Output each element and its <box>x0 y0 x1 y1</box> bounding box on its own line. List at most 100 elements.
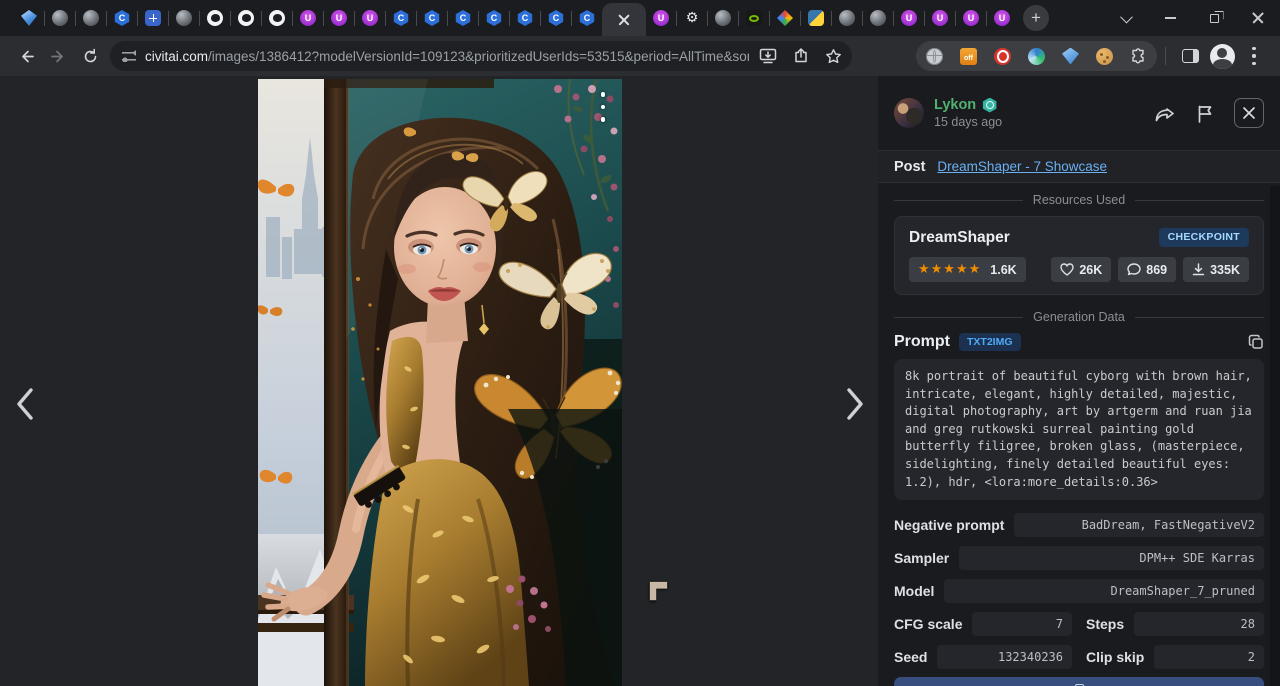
tab-settings[interactable]: ⚙ <box>677 0 707 36</box>
close-panel-button[interactable] <box>1234 98 1264 128</box>
minimize-button[interactable] <box>1148 0 1192 36</box>
param-value[interactable]: BadDream, FastNegativeV2 <box>1014 513 1264 537</box>
url-text[interactable]: civitai.com/images/1386412?modelVersionI… <box>145 49 749 64</box>
param-value[interactable]: 132340236 <box>937 645 1072 669</box>
param-row: Steps28 <box>1086 612 1264 636</box>
cookie-extension-icon[interactable] <box>1096 48 1113 65</box>
tab-civitai[interactable]: C <box>386 0 416 36</box>
post-link[interactable]: DreamShaper - 7 Showcase <box>937 159 1107 174</box>
new-tab-button[interactable]: + <box>1023 5 1049 31</box>
tab-purple-app[interactable]: U <box>355 0 385 36</box>
copy-generation-data-button[interactable] <box>894 677 1264 686</box>
share-button[interactable] <box>1154 104 1176 123</box>
tab-civitai[interactable]: C <box>572 0 602 36</box>
back-button[interactable] <box>10 40 42 72</box>
civitai-favicon-icon: C <box>517 10 533 26</box>
tab-browser[interactable] <box>863 0 893 36</box>
github-favicon-icon <box>238 10 254 26</box>
param-value[interactable]: 28 <box>1134 612 1264 636</box>
tab-purple-app[interactable]: U <box>324 0 354 36</box>
report-flag-button[interactable] <box>1196 104 1214 123</box>
tab-store[interactable] <box>138 0 168 36</box>
side-panel-button[interactable] <box>1174 40 1206 72</box>
address-bar[interactable]: civitai.com/images/1386412?modelVersionI… <box>110 41 852 71</box>
reload-button[interactable] <box>74 40 106 72</box>
tab-purple-app[interactable]: U <box>987 0 1017 36</box>
tab-github[interactable] <box>200 0 230 36</box>
likes-pill[interactable]: 26K <box>1051 257 1111 282</box>
tab-purple-app[interactable]: U <box>646 0 676 36</box>
tab-browser[interactable] <box>45 0 75 36</box>
tab-github[interactable] <box>262 0 292 36</box>
tab-prism[interactable] <box>770 0 800 36</box>
prompt-text[interactable]: 8k portrait of beautiful cyborg with bro… <box>894 359 1264 500</box>
purple-app-favicon-icon: U <box>932 10 948 26</box>
share-icon <box>1154 104 1176 123</box>
extensions-puzzle-icon[interactable] <box>1130 48 1147 65</box>
tab-civitai[interactable]: C <box>107 0 137 36</box>
resource-card[interactable]: DreamShaper CHECKPOINT ★★★★★ 1.6K 26K <box>894 216 1264 295</box>
red-o-extension-icon[interactable] <box>994 48 1011 65</box>
restore-button[interactable] <box>1192 0 1236 36</box>
param-value[interactable]: DPM++ SDE Karras <box>959 546 1264 570</box>
tab-close-icon[interactable] <box>618 14 630 26</box>
profile-button[interactable] <box>1206 40 1238 72</box>
forward-button[interactable] <box>42 40 74 72</box>
bookmark-star-icon[interactable] <box>825 48 842 65</box>
param-value[interactable]: 7 <box>972 612 1072 636</box>
share-page-icon[interactable] <box>793 48 809 64</box>
tab-browser[interactable] <box>832 0 862 36</box>
param-value[interactable]: DreamShaper_7_pruned <box>944 579 1264 603</box>
tab-github[interactable] <box>231 0 261 36</box>
tab-active[interactable] <box>602 3 646 36</box>
tab-browser[interactable] <box>76 0 106 36</box>
url-host: civitai.com <box>145 49 208 64</box>
param-value[interactable]: 2 <box>1154 645 1264 669</box>
browser-favicon-icon <box>176 10 192 26</box>
resource-name[interactable]: DreamShaper <box>909 229 1010 247</box>
comments-pill[interactable]: 869 <box>1118 257 1176 282</box>
tab-purple-app[interactable]: U <box>956 0 986 36</box>
tab-civitai[interactable]: C <box>541 0 571 36</box>
copy-icon <box>1248 334 1264 350</box>
downloads-pill[interactable]: 335K <box>1183 257 1249 282</box>
tab-civitai[interactable]: C <box>417 0 447 36</box>
settings-favicon-icon: ⚙ <box>684 10 700 26</box>
tab-purple-app[interactable]: U <box>925 0 955 36</box>
image-options-menu-button[interactable] <box>598 87 608 127</box>
param-label: CFG scale <box>894 616 962 632</box>
tab-civitai[interactable]: C <box>510 0 540 36</box>
tab-civitai[interactable]: C <box>479 0 509 36</box>
tab-nvidia[interactable] <box>739 0 769 36</box>
rating-pill[interactable]: ★★★★★ 1.6K <box>909 257 1026 282</box>
tab-civitai[interactable]: C <box>448 0 478 36</box>
username[interactable]: Lykon <box>934 97 976 113</box>
scrollbar-gutter[interactable] <box>1270 186 1280 686</box>
browser-favicon-icon <box>715 10 731 26</box>
chevron-right-icon <box>844 387 866 421</box>
tab-purple-app[interactable]: U <box>894 0 924 36</box>
tab-purple-app[interactable]: U <box>293 0 323 36</box>
github-favicon-icon <box>207 10 223 26</box>
blue-globe-extension-icon[interactable] <box>1028 48 1045 65</box>
civitai-favicon-icon: C <box>548 10 564 26</box>
browser-menu-button[interactable] <box>1238 40 1270 72</box>
tab-search-button[interactable] <box>1104 0 1148 36</box>
tab-browser[interactable] <box>708 0 738 36</box>
tab-python[interactable] <box>801 0 831 36</box>
site-settings-icon[interactable] <box>122 50 136 62</box>
tab-gem[interactable] <box>14 0 44 36</box>
tab-browser[interactable] <box>169 0 199 36</box>
previous-image-button[interactable] <box>8 384 42 424</box>
next-image-button[interactable] <box>838 384 872 424</box>
download-icon <box>1192 263 1205 276</box>
avatar[interactable] <box>894 98 924 128</box>
copy-prompt-button[interactable] <box>1248 334 1264 350</box>
gem-extension-icon[interactable] <box>1062 48 1079 65</box>
globe-extension-icon[interactable] <box>926 48 943 65</box>
install-app-icon[interactable] <box>759 48 777 64</box>
artwork-image[interactable] <box>258 79 622 686</box>
close-window-button[interactable] <box>1236 0 1280 36</box>
purple-app-favicon-icon: U <box>994 10 1010 26</box>
adblock-off-extension-icon[interactable]: off <box>960 48 977 65</box>
